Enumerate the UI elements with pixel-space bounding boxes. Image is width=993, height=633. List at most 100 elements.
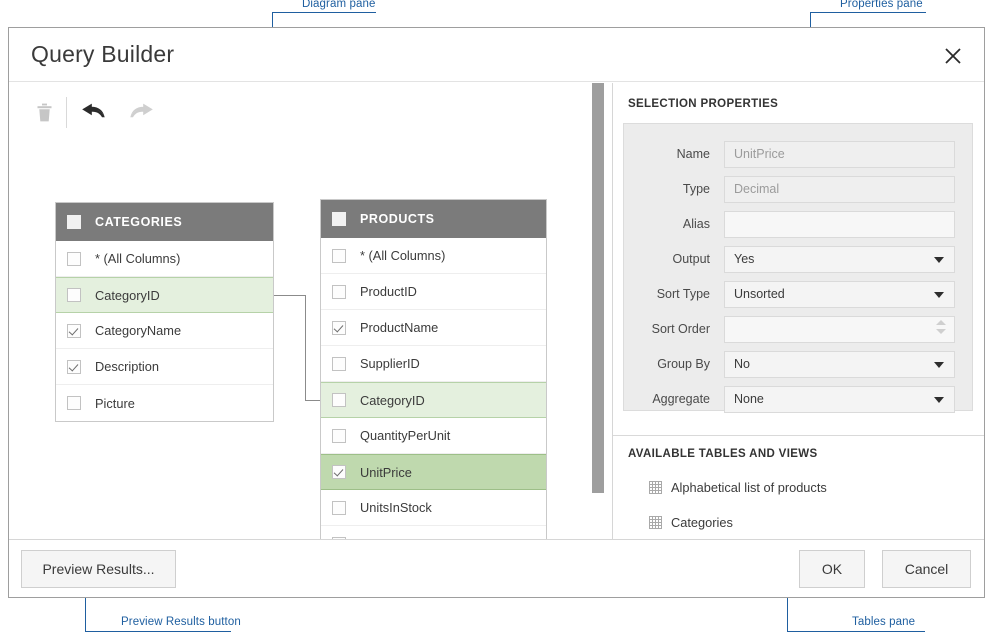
diagram-pane: CATEGORIES * (All Columns) CategoryID Ca… [9, 83, 613, 539]
column-checkbox[interactable] [332, 465, 346, 479]
output-select[interactable]: Yes [724, 246, 955, 273]
table-row[interactable]: CategoryID [321, 382, 546, 418]
property-row-aggregate: Aggregate None [624, 385, 972, 413]
property-label: Output [624, 252, 724, 266]
column-checkbox[interactable] [332, 393, 346, 407]
page-title: Query Builder [31, 41, 174, 68]
table-row[interactable]: CategoryName [56, 313, 273, 349]
name-field: UnitPrice [724, 141, 955, 168]
annotation-underline-diagram-pane [300, 12, 376, 13]
table-row[interactable]: Description [56, 349, 273, 385]
annotation-elbow-properties-pane [810, 12, 839, 13]
table-row[interactable]: UnitPrice [321, 454, 546, 490]
column-label: Picture [95, 396, 135, 411]
query-table-products[interactable]: PRODUCTS * (All Columns) ProductID Produ… [320, 199, 547, 539]
diagram-toolbar [9, 83, 612, 141]
alias-input[interactable] [724, 211, 955, 238]
sort-type-select[interactable]: Unsorted [724, 281, 955, 308]
table-name-label: PRODUCTS [360, 212, 435, 226]
group-by-select-value: No [734, 357, 750, 371]
dialog-footer: Preview Results... OK Cancel [9, 539, 984, 597]
table-row[interactable]: QuantityPerUnit [321, 418, 546, 454]
chevron-down-icon [934, 362, 944, 368]
column-checkbox[interactable] [332, 501, 346, 515]
column-label: * (All Columns) [360, 248, 445, 263]
diagram-scrollbar-thumb[interactable] [592, 83, 604, 493]
property-label: Group By [624, 357, 724, 371]
sort-type-select-value: Unsorted [734, 287, 785, 301]
stepper-arrows-icon[interactable] [935, 320, 946, 340]
table-select-all-checkbox[interactable] [67, 215, 81, 229]
property-label: Sort Type [624, 287, 724, 301]
column-label: SupplierID [360, 356, 420, 371]
selection-properties-heading: SELECTION PROPERTIES [628, 98, 778, 110]
column-checkbox[interactable] [67, 252, 81, 266]
chevron-down-icon [934, 397, 944, 403]
column-checkbox[interactable] [67, 324, 81, 338]
property-row-sort-order: Sort Order [624, 315, 972, 343]
property-label: Name [624, 147, 724, 161]
trash-icon[interactable] [27, 97, 61, 129]
available-tables-heading: AVAILABLE TABLES AND VIEWS [628, 448, 817, 460]
cancel-button[interactable]: Cancel [882, 550, 971, 588]
column-label: UnitPrice [360, 465, 412, 480]
table-row[interactable]: Picture [56, 385, 273, 421]
table-row[interactable]: * (All Columns) [321, 238, 546, 274]
table-row[interactable]: SupplierID [321, 346, 546, 382]
group-by-select[interactable]: No [724, 351, 955, 378]
column-checkbox[interactable] [332, 285, 346, 299]
grid-table-icon [649, 516, 662, 529]
sort-order-stepper[interactable] [724, 316, 955, 343]
property-row-group-by: Group By No [624, 350, 972, 378]
table-row[interactable]: ProductName [321, 310, 546, 346]
table-header-products[interactable]: PRODUCTS [321, 200, 546, 238]
join-connector-segment-left [274, 295, 306, 296]
property-row-output: Output Yes [624, 245, 972, 273]
property-row-name: Name UnitPrice [624, 140, 972, 168]
table-select-all-checkbox[interactable] [332, 212, 346, 226]
preview-results-button[interactable]: Preview Results... [21, 550, 176, 588]
property-label: Aggregate [624, 392, 724, 406]
chevron-down-icon [934, 292, 944, 298]
undo-arrow-icon[interactable] [77, 97, 111, 129]
table-list-item-label: Alphabetical list of products [671, 480, 827, 495]
table-list-item[interactable]: Categories [649, 515, 733, 530]
table-row[interactable]: * (All Columns) [56, 241, 273, 277]
annotation-label-diagram-pane: Diagram pane [302, 0, 375, 10]
table-header-categories[interactable]: CATEGORIES [56, 203, 273, 241]
toolbar-divider [66, 97, 67, 128]
column-label: ProductName [360, 320, 438, 335]
property-row-sort-type: Sort Type Unsorted [624, 280, 972, 308]
annotation-underline-preview-results-button [119, 631, 231, 632]
column-label: * (All Columns) [95, 251, 180, 266]
pane-divider [613, 435, 984, 436]
redo-arrow-icon[interactable] [124, 97, 158, 129]
column-checkbox[interactable] [67, 396, 81, 410]
screenshot-root: Diagram pane Properties pane Preview Res… [0, 0, 993, 633]
column-checkbox[interactable] [332, 357, 346, 371]
annotation-elbow-preview-results-button [85, 631, 120, 632]
table-row[interactable]: ProductID [321, 274, 546, 310]
property-label: Sort Order [624, 322, 724, 336]
output-select-value: Yes [734, 252, 754, 266]
annotation-label-preview-results-button: Preview Results button [121, 616, 241, 628]
table-row[interactable]: CategoryID [56, 277, 273, 313]
query-table-categories[interactable]: CATEGORIES * (All Columns) CategoryID Ca… [55, 202, 274, 422]
column-checkbox[interactable] [332, 429, 346, 443]
aggregate-select[interactable]: None [724, 386, 955, 413]
selection-properties-box: Name UnitPrice Type Decimal Alias Output [623, 123, 973, 411]
table-list-item[interactable]: Alphabetical list of products [649, 480, 827, 495]
property-row-alias: Alias [624, 210, 972, 238]
column-checkbox[interactable] [67, 360, 81, 374]
table-row[interactable]: UnitsInStock [321, 490, 546, 526]
grid-table-icon [649, 481, 662, 494]
close-icon[interactable] [937, 41, 969, 71]
column-checkbox[interactable] [67, 288, 81, 302]
column-checkbox[interactable] [332, 321, 346, 335]
table-row[interactable]: UnitsOnOrder [321, 526, 546, 539]
property-label: Alias [624, 217, 724, 231]
ok-button[interactable]: OK [799, 550, 865, 588]
annotation-elbow-diagram-pane [272, 12, 301, 13]
column-checkbox[interactable] [332, 249, 346, 263]
dialog-titlebar: Query Builder [9, 28, 984, 82]
